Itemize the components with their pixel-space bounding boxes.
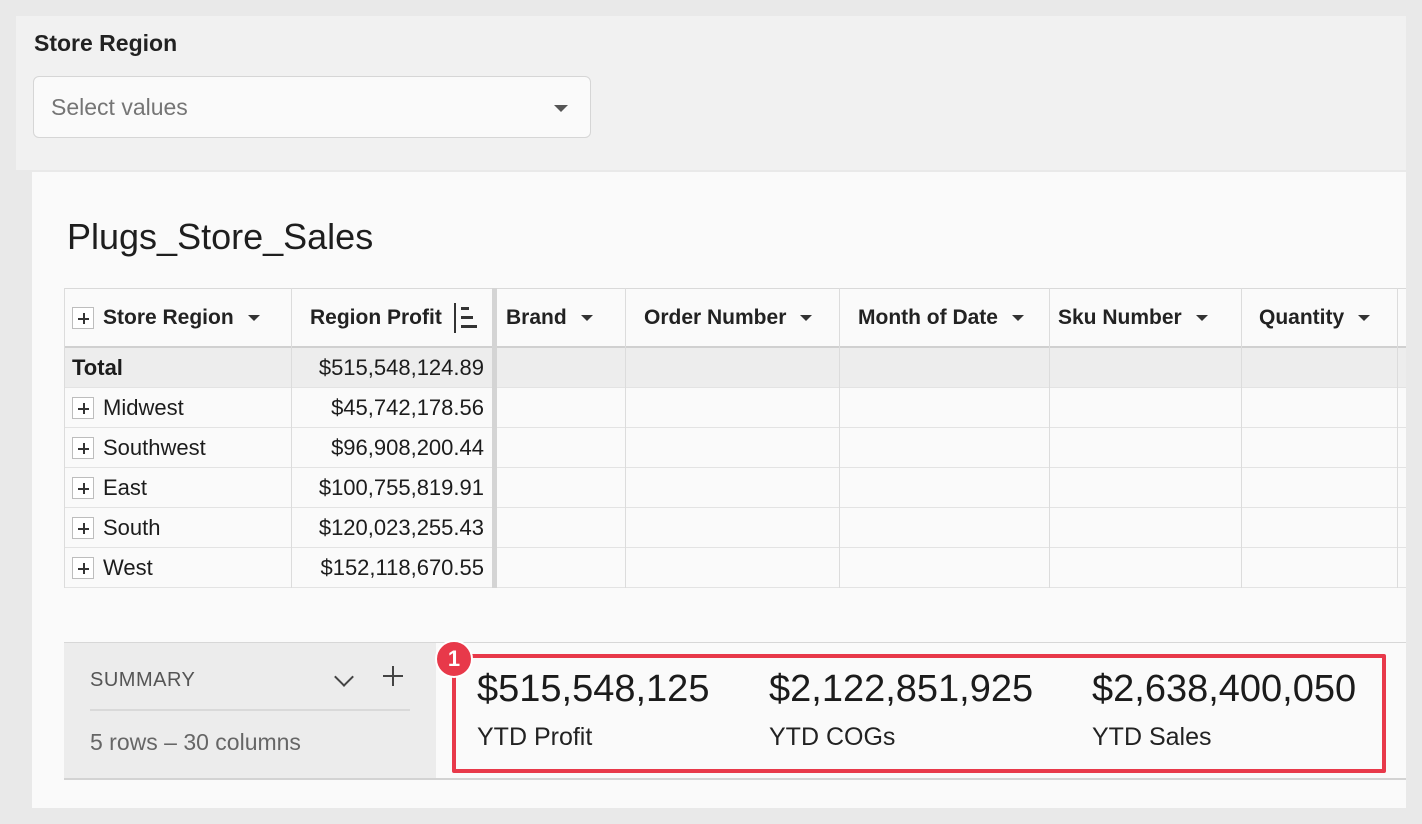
summary-panel: SUMMARY 5 rows – 30 columns — [64, 642, 436, 780]
expand-row-icon[interactable] — [72, 517, 94, 539]
column-menu-icon[interactable] — [1011, 315, 1024, 321]
summary-label: SUMMARY — [90, 669, 196, 691]
row-label: East — [103, 475, 148, 500]
table-header: Store Region Region Profit Brand Order N… — [64, 288, 1406, 348]
column-menu-icon[interactable] — [247, 315, 260, 321]
expand-row-icon[interactable] — [72, 557, 94, 579]
control-title: Store Region — [34, 30, 178, 56]
caret-down-icon — [554, 105, 568, 112]
column-header-store-region[interactable]: Store Region — [72, 289, 260, 347]
column-header-region-profit[interactable]: Region Profit — [310, 289, 477, 347]
row-label: Midwest — [103, 395, 184, 420]
expand-row-icon[interactable] — [72, 437, 94, 459]
kpi-label: YTD COGs — [769, 723, 896, 751]
column-header-quantity[interactable]: Quantity — [1259, 289, 1371, 347]
highlight-box: $515,548,125 YTD Profit $2,122,851,925 Y… — [452, 654, 1386, 773]
column-divider — [1241, 288, 1242, 588]
table-row: Midwest $45,742,178.56 — [64, 388, 1406, 428]
column-header-month-of-date[interactable]: Month of Date — [858, 289, 1024, 347]
kpi-value: $515,548,125 — [477, 668, 710, 710]
column-header-sku-number[interactable]: Sku Number — [1058, 289, 1208, 347]
kpi-value: $2,638,400,050 — [1092, 668, 1357, 710]
column-menu-icon[interactable] — [1358, 315, 1371, 321]
chevron-down-icon[interactable] — [334, 667, 354, 687]
expand-row-icon[interactable] — [72, 397, 94, 419]
table-row: East $100,755,819.91 — [64, 468, 1406, 508]
pivot-table-element: Plugs_Store_Sales Store Region Region Pr… — [32, 172, 1406, 808]
row-label: Southwest — [103, 435, 206, 460]
row-value: $45,742,178.56 — [331, 395, 484, 420]
store-region-select[interactable]: Select values — [33, 76, 591, 138]
annotation-badge: 1 — [435, 640, 473, 678]
table-row: West $152,118,670.55 — [64, 548, 1406, 588]
column-header-brand[interactable]: Brand — [506, 289, 593, 347]
table-row: Southwest $96,908,200.44 — [64, 428, 1406, 468]
table-row-total: Total $515,548,124.89 — [64, 348, 1406, 388]
expand-all-icon[interactable] — [72, 307, 94, 329]
pivot-table: Store Region Region Profit Brand Order N… — [64, 288, 1406, 588]
row-label: West — [103, 555, 153, 580]
row-value: $96,908,200.44 — [331, 435, 484, 460]
sort-icon[interactable] — [453, 303, 477, 333]
table-row: South $120,023,255.43 — [64, 508, 1406, 548]
column-menu-icon[interactable] — [580, 315, 593, 321]
column-menu-icon[interactable] — [800, 315, 813, 321]
row-value: $100,755,819.91 — [318, 475, 484, 500]
kpi-label: YTD Sales — [1092, 723, 1212, 751]
kpi-value: $2,122,851,925 — [769, 668, 1034, 710]
add-summary-icon[interactable] — [383, 666, 403, 686]
column-divider — [291, 288, 292, 588]
kpi-label: YTD Profit — [477, 723, 593, 751]
kpi-ytd-sales: $2,638,400,050 YTD Sales — [1092, 668, 1356, 752]
column-divider — [1397, 288, 1398, 588]
column-menu-icon[interactable] — [1195, 315, 1208, 321]
column-divider — [1049, 288, 1050, 588]
row-value: $120,023,255.43 — [318, 515, 484, 540]
kpi-ytd-cogs: $2,122,851,925 YTD COGs — [769, 668, 1033, 752]
row-label: Total — [72, 355, 123, 380]
row-label: South — [103, 515, 161, 540]
select-placeholder: Select values — [51, 94, 188, 120]
column-divider[interactable] — [492, 288, 497, 588]
column-divider — [625, 288, 626, 588]
row-value: $152,118,670.55 — [320, 555, 484, 580]
element-title: Plugs_Store_Sales — [67, 216, 374, 257]
store-region-control: Store Region Select values — [16, 16, 1406, 170]
kpi-ytd-profit: $515,548,125 YTD Profit — [477, 668, 709, 752]
row-value: $515,548,124.89 — [318, 355, 484, 380]
column-divider — [64, 288, 65, 588]
expand-row-icon[interactable] — [72, 477, 94, 499]
row-column-count: 5 rows – 30 columns — [90, 729, 301, 755]
summary-divider — [90, 709, 410, 711]
column-divider — [839, 288, 840, 588]
column-header-order-number[interactable]: Order Number — [644, 289, 813, 347]
